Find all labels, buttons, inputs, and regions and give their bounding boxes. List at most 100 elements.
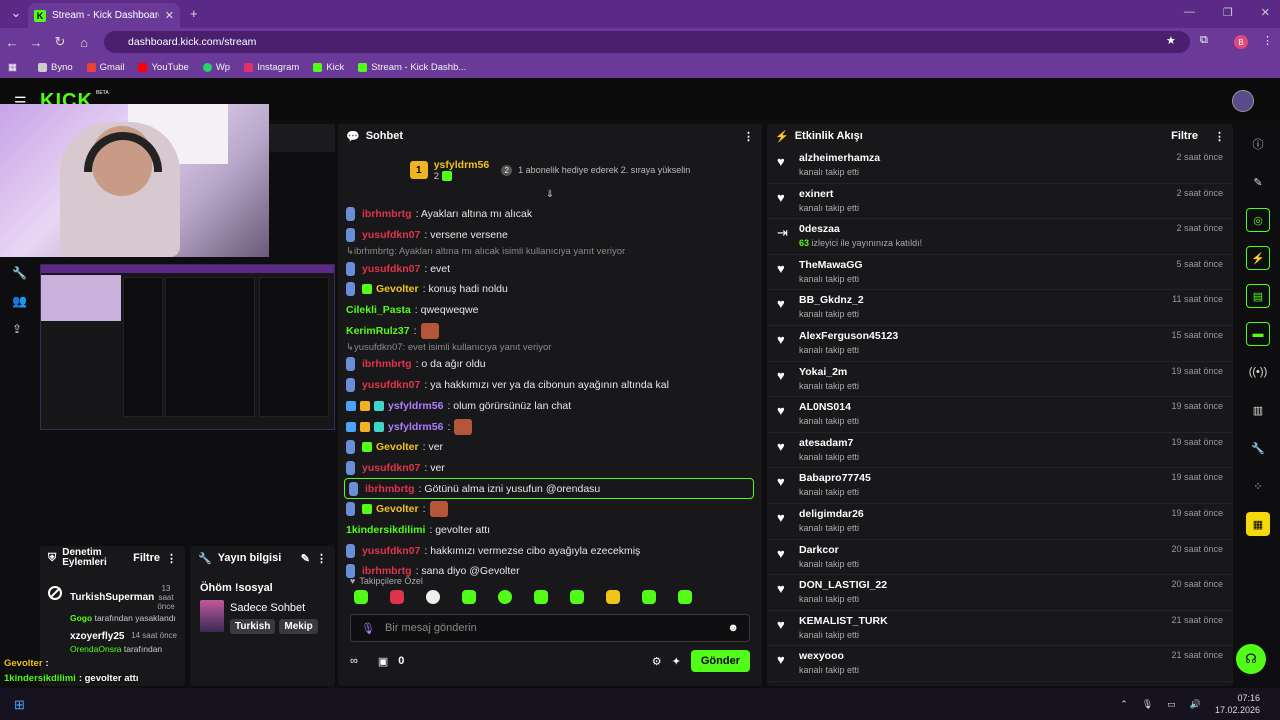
minimize-icon[interactable]: — (1184, 6, 1195, 19)
activity-user[interactable]: exinert (799, 188, 1168, 200)
moderation-filter-button[interactable]: Filtre (133, 552, 160, 564)
layers-icon[interactable]: ▥ (1246, 398, 1270, 422)
volume-icon[interactable]: 🔊 (1190, 699, 1201, 710)
chat-username[interactable]: ysfyldrm56 (388, 421, 443, 433)
activity-user[interactable]: alzheimerhamza (799, 152, 1168, 164)
chat-message[interactable]: Gevolter: konuş hadi noldu (346, 279, 754, 300)
chat-input[interactable]: 🎙 Bir mesaj gönderin ☻ (350, 614, 750, 642)
send-button[interactable]: Gönder (690, 650, 750, 672)
circles-icon[interactable]: ⁘ (1246, 474, 1270, 498)
activity-user[interactable]: AL0NS014 (799, 401, 1163, 413)
close-window-icon[interactable]: ✕ (1261, 6, 1270, 19)
activity-user[interactable]: 0deszaa (799, 223, 1168, 235)
activity-item[interactable]: ♥ exinert kanalı takip etti 2 saat önce (767, 184, 1233, 220)
activity-user[interactable]: TheMawaGG (799, 259, 1168, 271)
activity-item[interactable]: ♥ alzheimerhamza kanalı takip etti 2 saat ö… (767, 148, 1233, 184)
tag[interactable]: Mekip (279, 619, 318, 634)
chat-username[interactable]: yusufdkn07 (362, 545, 420, 557)
bookmark-item[interactable]: Wp (202, 62, 230, 73)
activity-item[interactable]: ♥ Darkcor kanalı takip etti 20 saat önce (767, 540, 1233, 576)
bookmark-item[interactable]: Gmail (86, 62, 124, 73)
broadcast-icon[interactable]: ((•)) (1246, 360, 1270, 384)
camera-target-icon[interactable]: ◎ (1246, 208, 1270, 232)
activity-more-icon[interactable]: ⋮ (1214, 130, 1225, 143)
chat-message[interactable]: yusufdkn07: hakkımızı vermezse cibo ayağ… (346, 540, 754, 561)
info-icon[interactable]: ⓘ (1246, 132, 1270, 156)
chat-message[interactable]: Gevolter: (346, 499, 754, 520)
back-icon[interactable]: ← (0, 35, 24, 50)
stream-info-more-icon[interactable]: ⋮ (316, 552, 327, 565)
bookmark-item[interactable]: Stream - Kick Dashb... (358, 62, 466, 73)
chat-message[interactable]: yusufdkn07: evet (346, 258, 754, 279)
moderation-user[interactable]: xzoyerfly25 (70, 631, 124, 642)
tray-chevron-icon[interactable]: ⌃ (1120, 699, 1128, 710)
emote-icon[interactable] (462, 590, 476, 604)
chat-message[interactable]: KerimRulz37: (346, 320, 754, 341)
chat-username[interactable]: Gevolter (376, 503, 419, 515)
chat-username[interactable]: Cilekli_Pasta (346, 304, 411, 316)
emote-icon[interactable] (354, 590, 368, 604)
activity-item[interactable]: ⇥ 0deszaa 63 izleyici ile yayınınıza katıl… (767, 219, 1233, 255)
activity-item[interactable]: ♥ Babapro77745 kanalı takip etti 19 saat ön… (767, 468, 1233, 504)
apps-icon[interactable]: ▦ (8, 62, 17, 73)
emote-icon[interactable] (426, 590, 440, 604)
chat-message[interactable]: yusufdkn07: ver (346, 458, 754, 479)
activity-item[interactable]: ♥ BB_Gkdnz_2 kanalı takip etti 11 saat önce (767, 290, 1233, 326)
bookmark-item[interactable]: Instagram (244, 62, 299, 73)
clapper-icon[interactable]: ▦ (1246, 512, 1270, 536)
emote-icon[interactable] (534, 590, 548, 604)
maximize-icon[interactable]: ❐ (1223, 6, 1233, 19)
tag[interactable]: Turkish (230, 619, 276, 634)
activity-item[interactable]: ♥ AL0NS014 kanalı takip etti 19 saat önce (767, 397, 1233, 433)
activity-user[interactable]: AlexFerguson45123 (799, 330, 1163, 342)
moderation-more-icon[interactable]: ⋮ (166, 552, 177, 565)
reload-icon[interactable]: ↻ (48, 34, 72, 50)
chat-message[interactable]: yusufdkn07: versene versene (346, 225, 754, 246)
user-avatar[interactable] (1232, 90, 1254, 112)
activity-item[interactable]: ♥ TheMawaGG kanalı takip etti 5 saat önce (767, 255, 1233, 291)
activity-item[interactable]: ♥ DON_LASTIGI_22 kanalı takip etti 20 saat … (767, 575, 1233, 611)
wrench-icon[interactable]: 🔧 (12, 266, 27, 280)
tab-search-icon[interactable]: ⌄ (4, 5, 28, 21)
activity-user[interactable]: DON_LASTIGI_22 (799, 579, 1163, 591)
chat-username[interactable]: Gevolter (376, 283, 419, 295)
category-name[interactable]: Sadece Sohbet (230, 602, 318, 614)
chat-more-icon[interactable]: ⋮ (743, 130, 754, 143)
bookmark-item[interactable]: Kick (313, 62, 344, 73)
extensions-icon[interactable]: ⧉ (1200, 34, 1208, 47)
emote-icon[interactable] (570, 590, 584, 604)
chat-username[interactable]: KerimRulz37 (346, 325, 410, 337)
activity-item[interactable]: ♥ Yokai_2m kanalı takip etti 19 saat önce (767, 362, 1233, 398)
chat-message[interactable]: 1kindersikdilimi: gevolter attı (346, 520, 754, 541)
activity-item[interactable]: ♥ atesadam7 kanalı takip etti 19 saat önce (767, 433, 1233, 469)
chat-icon[interactable]: ▬ (1246, 322, 1270, 346)
upload-icon[interactable]: ⇪ (12, 322, 27, 336)
chat-message[interactable]: yusufdkn07: ya hakkımızı ver ya da cibon… (346, 375, 754, 396)
activity-item[interactable]: ♥ KEMALIST_TURK kanalı takip etti 21 saat ö… (767, 611, 1233, 647)
chat-message[interactable]: ibrhmbrtg: Götünü alma izni yusufun @ore… (344, 478, 754, 499)
chat-username[interactable]: Gevolter (376, 441, 419, 453)
settings-gear-icon[interactable]: ⚙ (652, 655, 662, 668)
forward-icon[interactable]: → (24, 35, 48, 50)
activity-user[interactable]: KEMALIST_TURK (799, 615, 1163, 627)
document-icon[interactable]: ▤ (1246, 284, 1270, 308)
users-icon[interactable]: 👥 (12, 294, 27, 308)
puzzle-icon[interactable]: ✦ (672, 655, 681, 668)
activity-item[interactable]: ♥ AlexFerguson45123 kanalı takip etti 15 sa… (767, 326, 1233, 362)
chat-username[interactable]: yusufdkn07 (362, 379, 420, 391)
moderation-user[interactable]: TurkishSuperman (70, 592, 154, 603)
emote-icon[interactable] (678, 590, 692, 604)
bookmark-item[interactable]: YouTube (138, 62, 189, 73)
close-tab-icon[interactable]: ✕ (165, 9, 174, 22)
chat-username[interactable]: yusufdkn07 (362, 229, 420, 241)
chat-message[interactable]: ysfyldrm56: olum görürsünüz lan chat (346, 396, 754, 417)
bookmark-star-icon[interactable]: ★ (1166, 34, 1176, 47)
support-chat-button[interactable]: ☊ (1236, 644, 1266, 674)
microphone-icon[interactable]: 🎙 (361, 622, 375, 635)
profile-avatar[interactable]: B (1234, 35, 1248, 49)
emote-icon[interactable] (642, 590, 656, 604)
pinned-user[interactable]: ysfyldrm56 (434, 159, 489, 171)
activity-user[interactable]: wexyooo (799, 650, 1163, 662)
wrench-icon[interactable]: 🔧 (1246, 436, 1270, 460)
activity-user[interactable]: BB_Gkdnz_2 (799, 294, 1164, 306)
